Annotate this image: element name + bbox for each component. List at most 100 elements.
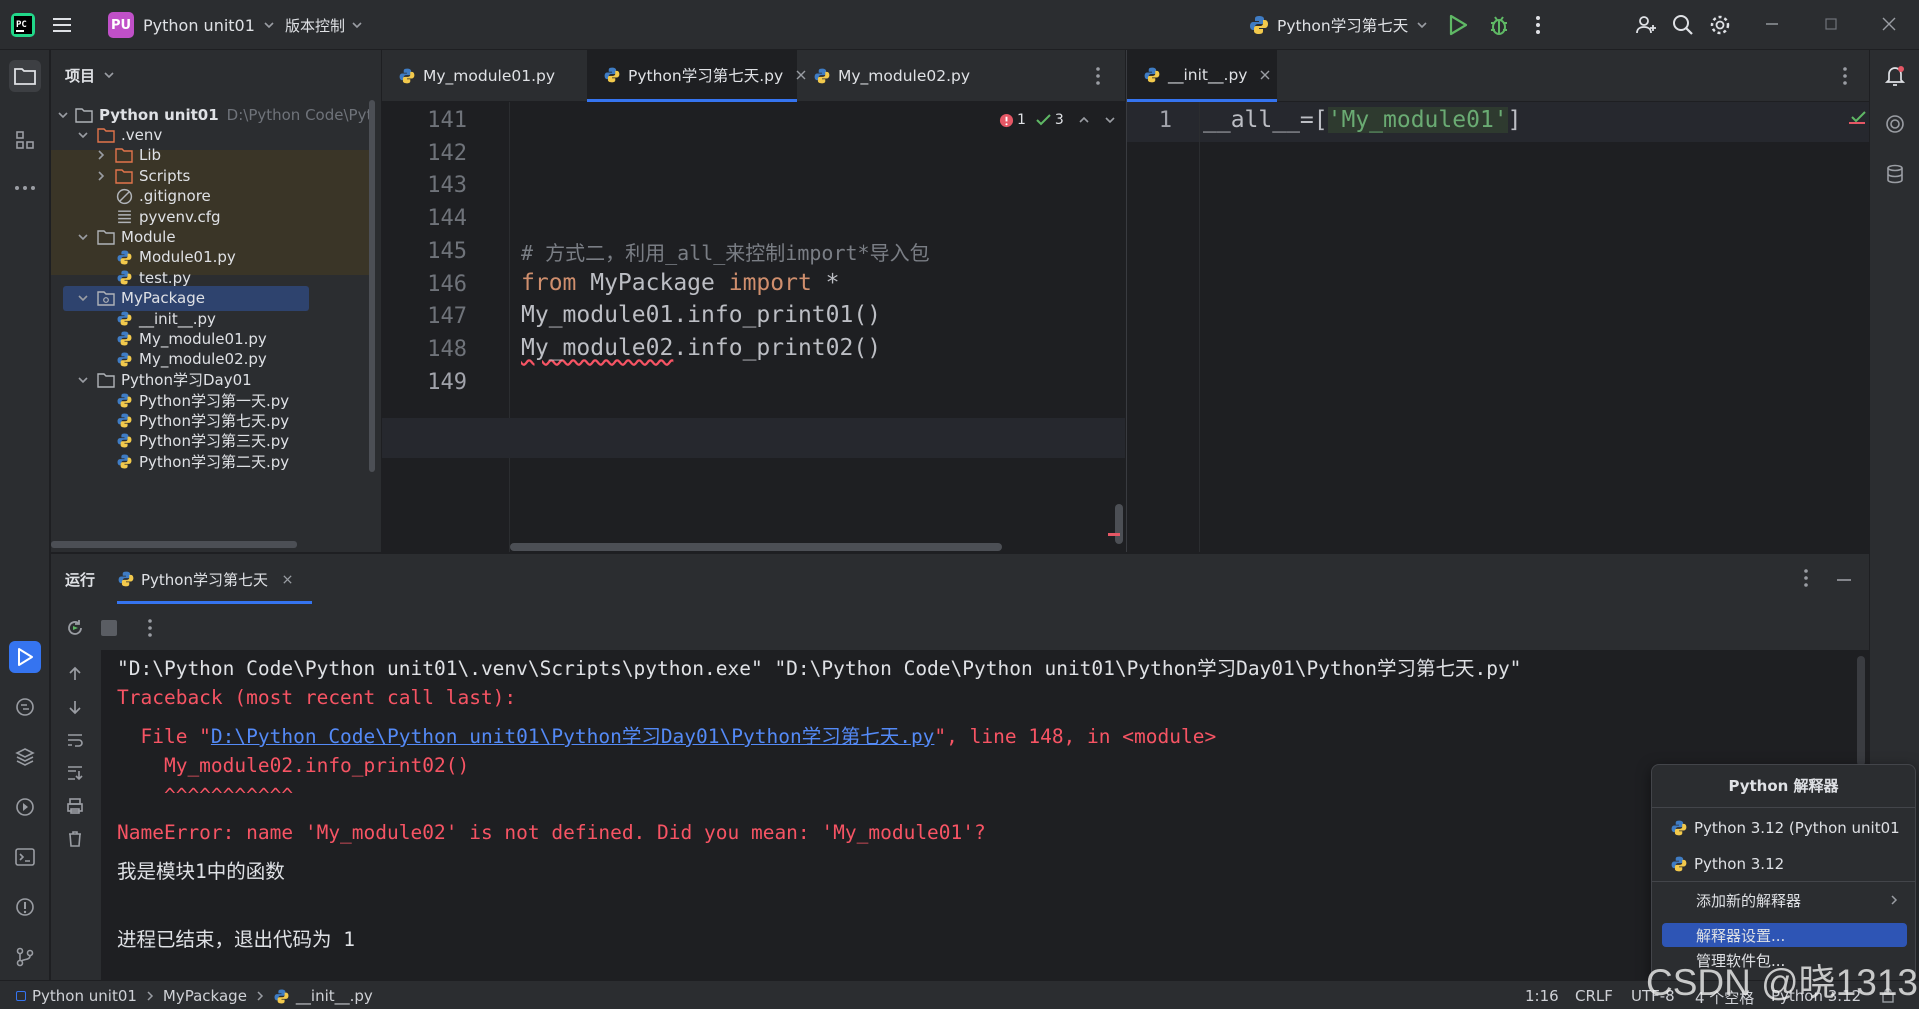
print-icon[interactable] [65,796,85,816]
pycharm-logo-icon[interactable]: PC [10,12,36,38]
line-number: 142 [427,140,467,166]
tree-item[interactable]: Python学习第二天.py [51,449,373,474]
tab-options-icon[interactable] [1842,66,1848,86]
chevron-down-icon[interactable] [75,229,91,245]
more-options-icon[interactable] [147,618,153,638]
tree-horizontal-scrollbar[interactable] [51,541,297,548]
breadcrumb-item-project[interactable]: Python unit01 [32,987,137,1005]
run-config-selector[interactable]: Python学习第七天 [1248,12,1428,38]
tree-item-label: Python学习第二天.py [139,452,290,471]
chevron-down-icon[interactable] [57,107,69,123]
chevron-right-icon[interactable] [93,147,109,163]
add-interpreter-label: 添加新的解释器 [1696,891,1802,910]
console-command-line: "D:\Python Code\Python unit01\.venv\Scri… [117,657,1522,680]
run-tab[interactable]: Python学习第七天 [117,566,293,592]
run-icon[interactable] [1447,13,1469,37]
tab-init[interactable]: __init__.py [1127,50,1277,102]
hide-panel-icon[interactable] [1836,578,1852,582]
arrow-down-icon[interactable] [65,697,85,717]
run-tool-icon[interactable] [9,641,41,673]
interpreter-item[interactable]: Python 3.12 [1662,848,1907,880]
structure-tool-icon[interactable] [9,124,41,156]
code-line[interactable]: from MyPackage import * [521,270,840,296]
console-scrollbar[interactable] [1857,656,1865,766]
chevron-down-icon[interactable] [75,372,91,388]
tab-python-day7[interactable]: Python学习第七天.py [587,50,806,102]
chevron-down-icon[interactable] [75,290,91,306]
close-tab-icon[interactable] [1259,69,1271,81]
tree-vertical-scrollbar[interactable] [369,100,375,472]
tree-item-label: Python unit01 [99,105,219,124]
editor-vertical-scrollbar[interactable] [1115,504,1123,544]
chevron-right-icon[interactable] [93,168,109,184]
inspection-widget[interactable]: 1 3 [999,109,1116,131]
line-separator[interactable]: CRLF [1575,987,1613,1005]
soft-wrap-icon[interactable] [65,730,85,750]
gear-icon[interactable] [1708,13,1732,37]
ai-assistant-icon[interactable] [1879,108,1911,140]
close-tab-icon[interactable] [282,574,293,585]
chevron-down-icon [263,19,275,31]
excluded-folder-icon [115,167,133,185]
more-actions-icon[interactable] [1534,14,1542,36]
add-interpreter-item[interactable]: 添加新的解释器 [1662,884,1907,916]
scroll-to-end-icon[interactable] [65,763,85,783]
minimize-button[interactable] [1764,10,1780,38]
notifications-icon[interactable] [1879,60,1911,92]
breadcrumb-item-package[interactable]: MyPackage [163,987,247,1005]
more-tools-icon[interactable] [9,172,41,204]
interpreter-item[interactable]: Python 3.12 (Python unit01 [1662,812,1907,844]
arrow-up-icon[interactable] [65,664,85,684]
project-tool-icon[interactable] [9,60,41,92]
stop-icon[interactable] [101,620,117,636]
tab-label: Python学习第七天.py [628,66,784,85]
python-packages-icon[interactable] [9,741,41,773]
project-switcher[interactable]: PU Python unit01 [108,12,275,38]
chevron-down-icon[interactable] [1104,114,1116,126]
interpreter-settings-item[interactable]: 解释器设置... [1662,923,1907,947]
caret-position[interactable]: 1:16 [1525,987,1559,1005]
config-file-icon [115,208,133,226]
trash-icon[interactable] [65,829,85,849]
tab-my-module01[interactable]: My_module01.py [382,50,587,102]
database-icon[interactable] [1879,158,1911,190]
run-tab-underline [117,601,312,604]
console-output[interactable]: "D:\Python Code\Python unit01\.venv\Scri… [101,650,1869,980]
traceback-file-link[interactable]: D:\Python Code\Python unit01\Python学习Day… [211,725,935,748]
debug-icon[interactable] [1487,13,1511,37]
run-panel-options-icon[interactable] [1803,568,1809,588]
chevron-up-icon[interactable] [1078,114,1090,126]
vcs-menu[interactable]: 版本控制 [285,12,363,38]
python-console-icon[interactable] [9,691,41,723]
main-menu-icon[interactable] [50,13,74,37]
search-icon[interactable] [1671,13,1695,37]
git-icon[interactable] [9,941,41,973]
project-view-selector[interactable]: 项目 [65,64,115,86]
code-line[interactable]: # 方式二，利用_all_来控制import*导入包 [521,237,930,266]
folder-icon [97,371,115,389]
chevron-down-icon [1416,19,1428,31]
terminal-icon[interactable] [9,841,41,873]
error-stripe-marker[interactable] [1108,533,1120,536]
tree-item-label: test.py [139,268,191,287]
problems-icon[interactable] [9,891,41,923]
csdn-watermark: CSDN @晓1313 [1646,962,1918,1003]
add-user-icon[interactable] [1634,13,1658,37]
chevron-down-icon[interactable] [75,127,91,143]
rerun-icon[interactable] [64,617,86,639]
close-window-button[interactable] [1881,10,1897,38]
weak-warning-icon [1036,113,1052,127]
services-icon[interactable] [9,791,41,823]
tab-options-icon[interactable] [1095,66,1101,86]
breadcrumb-item-file[interactable]: __init__.py [296,987,373,1005]
maximize-button[interactable] [1823,10,1839,38]
error-count: 1 [1017,112,1026,128]
code-line[interactable]: __all__=['My_module01'] [1203,107,1522,133]
editor-horizontal-scrollbar[interactable] [510,543,1002,551]
code-line[interactable]: My_module01.info_print01() [521,302,881,328]
gutter-divider [1199,102,1200,552]
code-unresolved-reference: My_module02 [521,334,674,361]
code-line[interactable]: My_module02.info_print02() [521,335,881,361]
tab-my-module02[interactable]: My_module02.py [797,50,1002,102]
